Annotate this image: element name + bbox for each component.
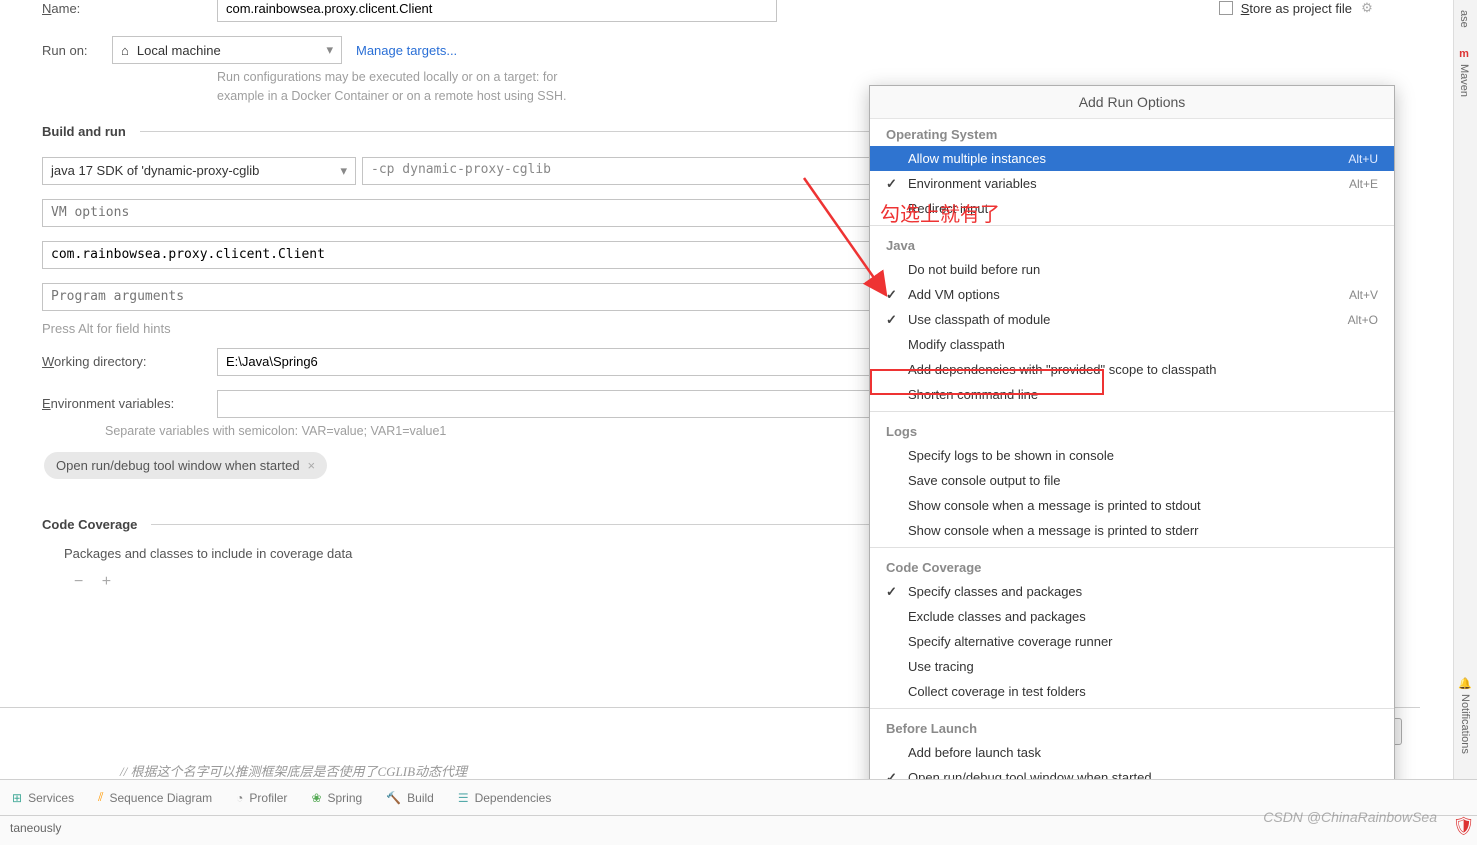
services-icon: ⊞: [12, 791, 22, 805]
popup-item-shortcut: Alt+U: [1348, 152, 1378, 166]
popup-item[interactable]: ✓Add VM optionsAlt+V: [870, 282, 1394, 307]
open-tool-window-chip[interactable]: Open run/debug tool window when started …: [44, 452, 327, 479]
popup-item-label: Show console when a message is printed t…: [908, 523, 1378, 538]
popup-item-label: Add before launch task: [908, 745, 1378, 760]
run-on-value: Local machine: [137, 43, 221, 58]
check-icon: ✓: [886, 312, 908, 328]
code-comment: // 根据这个名字可以推测框架底层是否使用了CGLIB动态代理: [120, 761, 467, 780]
annotation-text: 勾选上就有了: [880, 198, 1000, 227]
popup-item[interactable]: Show console when a message is printed t…: [870, 493, 1394, 518]
popup-item[interactable]: Exclude classes and packages: [870, 604, 1394, 629]
run-on-select[interactable]: ⌂ Local machine ▾: [112, 36, 342, 64]
popup-item[interactable]: Modify classpath: [870, 332, 1394, 357]
popup-item[interactable]: Shorten command line: [870, 382, 1394, 407]
tab-sequence[interactable]: ⫽Sequence Diagram: [86, 790, 224, 805]
popup-item-label: Specify logs to be shown in console: [908, 448, 1378, 463]
popup-item-label: Specify alternative coverage runner: [908, 634, 1378, 649]
tab-build[interactable]: 🔨Build: [374, 791, 446, 805]
popup-item-label: Add VM options: [908, 287, 1349, 302]
add-run-options-popup: Add Run Options Operating SystemAllow mu…: [869, 85, 1395, 818]
popup-item-label: Show console when a message is printed t…: [908, 498, 1378, 513]
popup-item-label: Exclude classes and packages: [908, 609, 1378, 624]
spring-icon: ❀: [311, 791, 321, 805]
popup-item[interactable]: ✓Use classpath of moduleAlt+O: [870, 307, 1394, 332]
rail-item-notifications[interactable]: 🔔Notifications: [1454, 667, 1476, 764]
popup-item-label: Do not build before run: [908, 262, 1378, 277]
popup-item[interactable]: Add before launch task: [870, 740, 1394, 765]
popup-item[interactable]: ✓Environment variablesAlt+E: [870, 171, 1394, 196]
tab-spring[interactable]: ❀Spring: [299, 791, 374, 805]
chip-close-icon[interactable]: ×: [308, 458, 316, 473]
run-on-label: Run on:: [42, 43, 112, 58]
build-and-run-heading: Build and run: [42, 124, 126, 139]
tab-profiler[interactable]: ◔Profiler: [224, 791, 299, 805]
popup-item[interactable]: Allow multiple instancesAlt+U: [870, 146, 1394, 171]
popup-item-shortcut: Alt+O: [1348, 313, 1378, 327]
popup-item-label: Save console output to file: [908, 473, 1378, 488]
popup-group-label: Operating System: [870, 119, 1394, 146]
status-bar: taneously: [0, 815, 1477, 845]
right-tool-rail: ase mMaven 🔔Notifications: [1453, 0, 1477, 845]
popup-group-label: Java: [870, 230, 1394, 257]
popup-item-label: Allow multiple instances: [908, 151, 1348, 166]
popup-item[interactable]: Use tracing: [870, 654, 1394, 679]
popup-group-label: Logs: [870, 416, 1394, 443]
popup-item-label: Collect coverage in test folders: [908, 684, 1378, 699]
chevron-down-icon: ▾: [326, 42, 333, 58]
popup-item[interactable]: ✓Specify classes and packages: [870, 579, 1394, 604]
popup-item[interactable]: Add dependencies with "provided" scope t…: [870, 357, 1394, 382]
name-input[interactable]: [217, 0, 777, 22]
popup-item-shortcut: Alt+V: [1349, 288, 1378, 302]
home-icon: ⌂: [121, 43, 129, 58]
popup-item[interactable]: Specify logs to be shown in console: [870, 443, 1394, 468]
build-icon: 🔨: [386, 791, 401, 805]
popup-item-label: Shorten command line: [908, 387, 1378, 402]
remove-class-button[interactable]: −: [74, 573, 83, 590]
shield-icon[interactable]: 🛡: [1452, 816, 1475, 837]
popup-group-label: Before Launch: [870, 713, 1394, 740]
popup-item-label: Modify classpath: [908, 337, 1378, 352]
popup-item[interactable]: Save console output to file: [870, 468, 1394, 493]
popup-item-label: Use tracing: [908, 659, 1378, 674]
chevron-down-icon: ▾: [340, 163, 347, 179]
popup-item[interactable]: Show console when a message is printed t…: [870, 518, 1394, 543]
code-coverage-heading: Code Coverage: [42, 517, 137, 532]
chip-label: Open run/debug tool window when started: [56, 458, 300, 473]
popup-item[interactable]: Collect coverage in test folders: [870, 679, 1394, 704]
popup-item-shortcut: Alt+E: [1349, 177, 1378, 191]
bottom-tool-tabs: ⊞Services ⫽Sequence Diagram ◔Profiler ❀S…: [0, 779, 1477, 815]
popup-group-label: Code Coverage: [870, 552, 1394, 579]
add-class-button[interactable]: +: [102, 573, 111, 590]
store-project-label: Store as project file: [1241, 1, 1352, 16]
popup-item-label: Use classpath of module: [908, 312, 1348, 327]
manage-targets-link[interactable]: Manage targets...: [356, 43, 457, 58]
check-icon: ✓: [886, 584, 908, 600]
popup-item-label: Specify classes and packages: [908, 584, 1378, 599]
check-icon: ✓: [886, 176, 908, 192]
rail-item-maven[interactable]: mMaven: [1454, 38, 1474, 107]
rail-item-ase[interactable]: ase: [1454, 0, 1474, 38]
jdk-select[interactable]: java 17 SDK of 'dynamic-proxy-cglib ▾: [42, 157, 356, 185]
popup-item-label: Add dependencies with "provided" scope t…: [908, 362, 1378, 377]
tab-dependencies[interactable]: ☰Dependencies: [446, 791, 564, 805]
popup-item[interactable]: Do not build before run: [870, 257, 1394, 282]
dependencies-icon: ☰: [458, 791, 469, 805]
name-label: ame:: [51, 1, 80, 16]
sequence-icon: ⫽: [98, 790, 103, 805]
popup-item[interactable]: Specify alternative coverage runner: [870, 629, 1394, 654]
jdk-value: java 17 SDK of 'dynamic-proxy-cglib: [51, 163, 259, 178]
gear-icon[interactable]: ⚙: [1356, 0, 1378, 19]
store-project-checkbox[interactable]: [1219, 1, 1233, 15]
popup-title: Add Run Options: [870, 86, 1394, 119]
popup-item-label: Environment variables: [908, 176, 1349, 191]
tab-services[interactable]: ⊞Services: [0, 791, 86, 805]
profiler-icon: ◔: [236, 791, 243, 805]
check-icon: ✓: [886, 287, 908, 303]
